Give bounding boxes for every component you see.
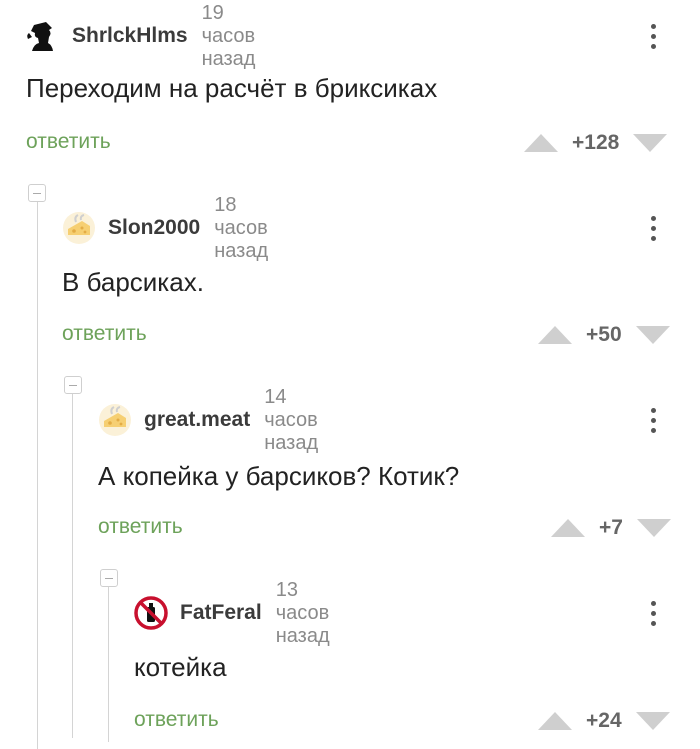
author-name[interactable]: ShrlckHlms: [72, 24, 188, 48]
thread-line-2: [72, 388, 73, 738]
comment-text: Переходим на расчёт в бриксиках: [26, 73, 438, 103]
thread-line-1: [37, 196, 38, 749]
author-name[interactable]: great.meat: [144, 408, 250, 432]
comment-text: В барсиках.: [62, 267, 204, 297]
downvote-icon[interactable]: [633, 132, 668, 154]
downvote-icon[interactable]: [635, 710, 670, 732]
collapse-thread-1-button[interactable]: [28, 184, 46, 202]
comment-time[interactable]: 13 часов назад: [276, 579, 330, 648]
rating-controls: +128: [524, 128, 668, 158]
author-name[interactable]: FatFeral: [180, 601, 262, 625]
comment-header: Slon2000 18 часов назад: [62, 194, 268, 262]
no-spray-sign-icon[interactable]: [134, 596, 168, 630]
sherlock-holmes-icon[interactable]: [26, 19, 60, 53]
downvote-icon[interactable]: [635, 324, 670, 346]
more-options-icon[interactable]: [641, 593, 665, 633]
reply-button[interactable]: ответить: [62, 322, 147, 346]
cheese-avatar-icon[interactable]: [62, 211, 96, 245]
more-options-icon[interactable]: [641, 400, 665, 440]
comment-header: great.meat 14 часов назад: [98, 386, 318, 454]
comment-time[interactable]: 14 часов назад: [264, 386, 318, 455]
rating-score: +7: [599, 516, 623, 539]
rating-controls: +24: [538, 706, 670, 736]
comment-header: ShrlckHlms 19 часов назад: [26, 2, 255, 70]
comment-time[interactable]: 18 часов назад: [214, 194, 268, 263]
comment-text: котейка: [134, 652, 227, 682]
rating-controls: +7: [551, 513, 671, 543]
reply-button[interactable]: ответить: [26, 130, 111, 154]
collapse-thread-3-button[interactable]: [100, 569, 118, 587]
upvote-icon[interactable]: [538, 710, 572, 732]
upvote-icon[interactable]: [538, 324, 572, 346]
cheese-avatar-icon[interactable]: [98, 403, 132, 437]
downvote-icon[interactable]: [636, 517, 671, 539]
rating-score: +128: [572, 131, 620, 154]
collapse-thread-2-button[interactable]: [64, 376, 82, 394]
reply-button[interactable]: ответить: [98, 515, 183, 539]
comment-text: А копейка у барсиков? Котик?: [98, 461, 460, 491]
upvote-icon[interactable]: [524, 132, 558, 154]
more-options-icon[interactable]: [641, 16, 665, 56]
reply-button[interactable]: ответить: [134, 708, 219, 732]
comment-header: FatFeral 13 часов назад: [134, 579, 330, 647]
comment-time[interactable]: 19 часов назад: [202, 2, 256, 71]
more-options-icon[interactable]: [641, 208, 665, 248]
rating-score: +24: [586, 709, 622, 732]
author-name[interactable]: Slon2000: [108, 216, 200, 240]
thread-line-3: [108, 582, 109, 742]
upvote-icon[interactable]: [551, 517, 585, 539]
rating-controls: +50: [538, 320, 670, 350]
rating-score: +50: [586, 323, 622, 346]
